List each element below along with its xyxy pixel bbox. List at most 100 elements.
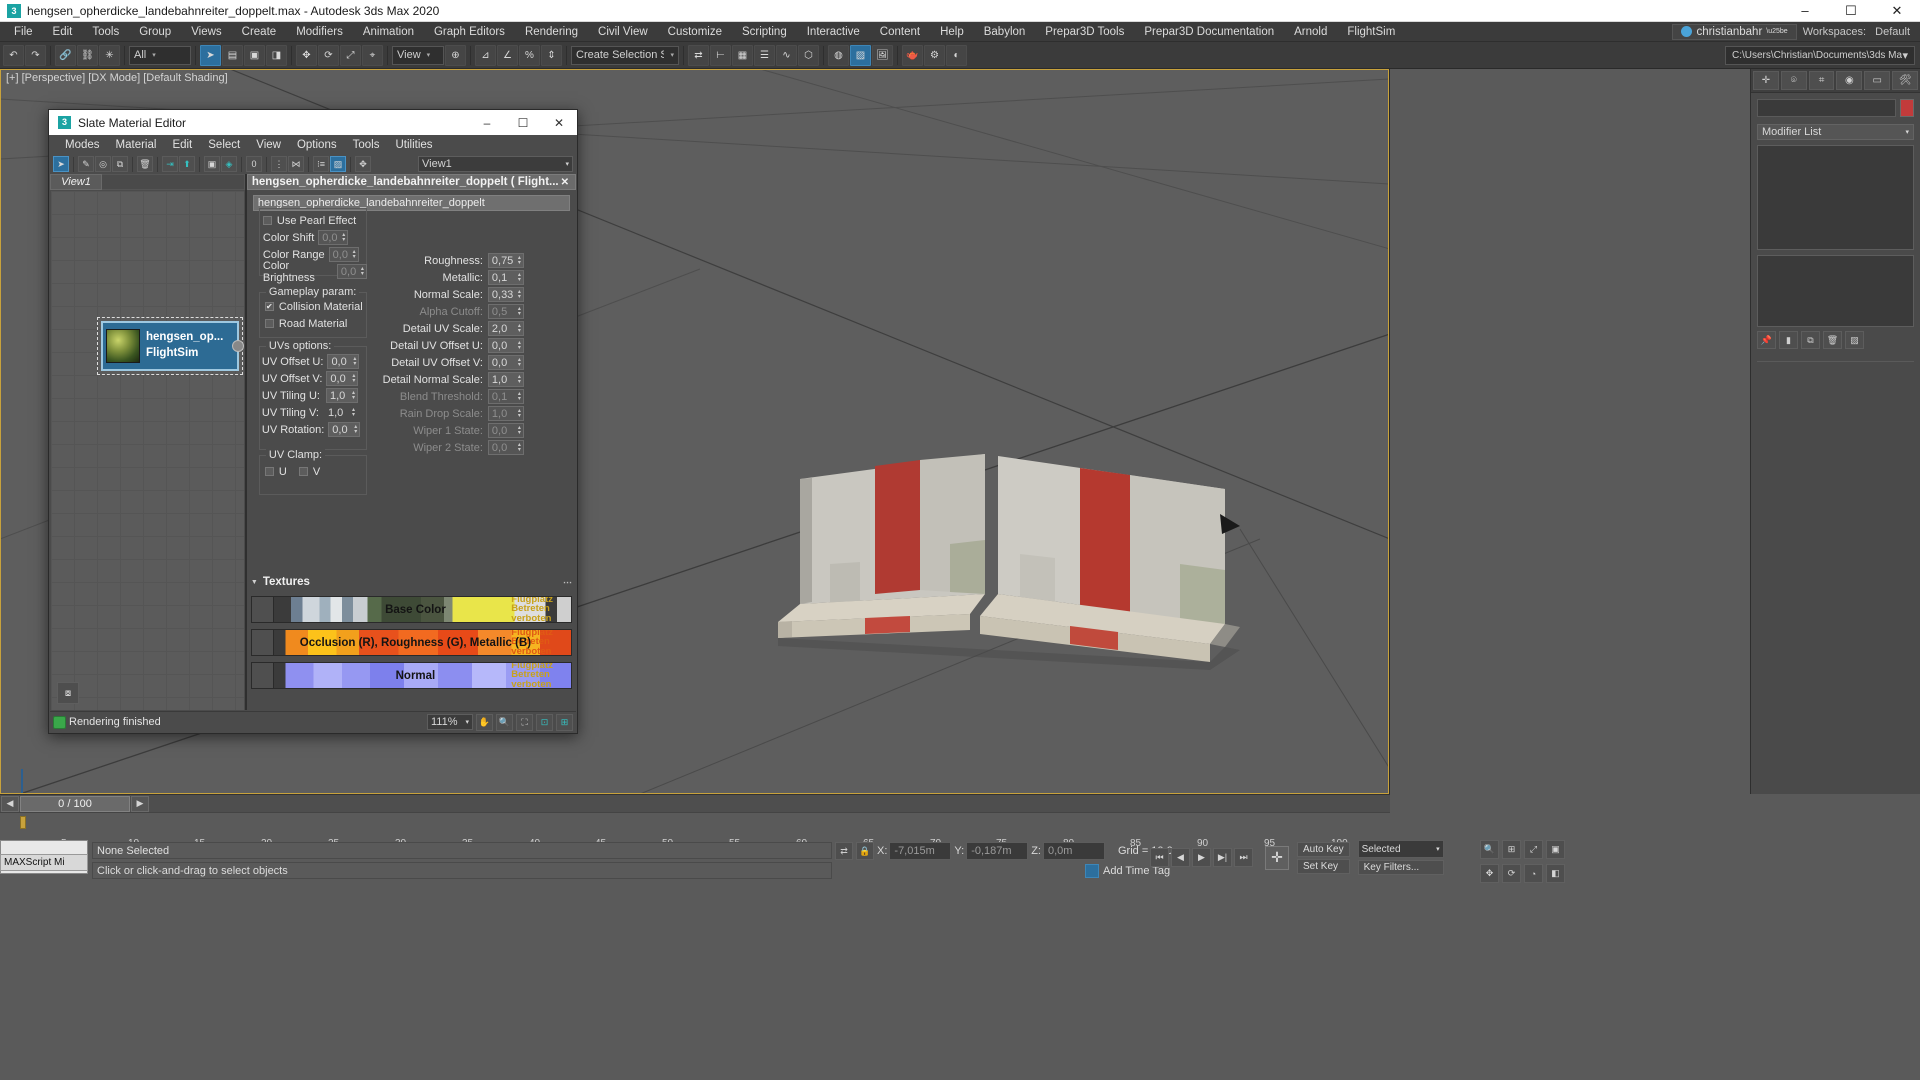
sme-material-tab[interactable]: hengsen_opherdicke_landebahnreiter_doppe…: [246, 174, 576, 190]
sme-select-icon[interactable]: ➤: [53, 156, 69, 172]
snap-toggle-icon[interactable]: ⊿: [475, 44, 496, 66]
coord-y[interactable]: Y: -0,187m: [954, 842, 1029, 860]
sme-use-pearl-effect-row[interactable]: Use Pearl Effect: [262, 212, 367, 229]
align-icon[interactable]: ⊢: [710, 44, 731, 66]
texture-preview-strip[interactable]: Flugplatz Betreten verboten Base Color: [273, 597, 557, 622]
coord-x[interactable]: X: -7,015m: [877, 842, 952, 860]
schematic-view-icon[interactable]: ⬡: [798, 44, 819, 66]
curve-editor-icon[interactable]: ∿: [776, 44, 797, 66]
sme-select-by-material-icon[interactable]: ✥: [355, 156, 371, 172]
sme-menu-tools[interactable]: Tools: [345, 138, 388, 152]
time-slider[interactable]: ◀ 0 / 100 ▶: [0, 794, 1390, 812]
angle-snap-icon[interactable]: ∠: [497, 44, 518, 66]
spinner-color-shift[interactable]: 0,0 ▴ ▾: [318, 230, 349, 245]
sme-menu-material[interactable]: Material: [108, 138, 165, 152]
sme-menu-modes[interactable]: Modes: [57, 138, 108, 152]
checkbox-use-pearl-effect[interactable]: [262, 216, 272, 225]
object-name-field[interactable]: [1757, 99, 1896, 117]
menu-item-arnold[interactable]: Arnold: [1284, 24, 1337, 40]
menu-item-customize[interactable]: Customize: [658, 24, 732, 40]
menu-item-animation[interactable]: Animation: [353, 24, 424, 40]
spinner-detail-uv-scale[interactable]: 2,0 ▴ ▾: [487, 321, 524, 336]
modifier-list-dropdown[interactable]: Modifier List ▾: [1757, 124, 1914, 140]
select-rotate-icon[interactable]: ⟳: [318, 44, 339, 66]
sme-pan-icon[interactable]: ✋: [476, 713, 493, 731]
rendered-frame-window-icon[interactable]: 🖼: [872, 44, 893, 66]
mirror-icon[interactable]: ⇄: [688, 44, 709, 66]
checkbox-road-material[interactable]: [264, 319, 274, 328]
field-of-view-icon[interactable]: ◔: [1524, 864, 1543, 883]
menu-item-prepar3d-documentation[interactable]: Prepar3D Documentation: [1134, 24, 1284, 40]
spinner-detail-normal-scale[interactable]: 1,0 ▴ ▾: [487, 372, 524, 387]
spinner-normal-scale[interactable]: 0,33 ▴ ▾: [487, 287, 524, 302]
menu-item-edit[interactable]: Edit: [43, 24, 83, 40]
material-editor-icon[interactable]: ◍: [828, 44, 849, 66]
texture-slot-toggle[interactable]: [251, 597, 274, 622]
lock-selection-icon[interactable]: 🔒: [856, 842, 874, 860]
menu-item-rendering[interactable]: Rendering: [515, 24, 588, 40]
sme-material-parameter-editor-icon[interactable]: ⁝≡: [313, 156, 329, 172]
pin-stack-icon[interactable]: 📌: [1757, 331, 1776, 349]
user-account-button[interactable]: christianbahr \u25be: [1672, 23, 1797, 40]
sme-pick-material-icon[interactable]: ✎: [78, 156, 94, 172]
coord-x-value[interactable]: -7,015m: [889, 842, 952, 860]
menu-item-help[interactable]: Help: [930, 24, 974, 40]
select-object-icon[interactable]: ➤: [200, 44, 221, 66]
auto-key-button[interactable]: Auto Key: [1297, 841, 1350, 857]
zoom-icon[interactable]: 🔍: [1480, 840, 1499, 859]
sme-copy-material-icon[interactable]: ⧉: [112, 156, 128, 172]
remove-modifier-icon[interactable]: 🗑: [1823, 331, 1842, 349]
spinner-uv-offset-u[interactable]: 0,0 ▴ ▾: [327, 354, 360, 369]
selection-set-dropdown[interactable]: Selected ▾: [1357, 840, 1444, 858]
sme-node-canvas[interactable]: hengsen_op... FlightSim ⧇: [51, 191, 244, 710]
spinner-wiper-2-state[interactable]: 0,0 ▴ ▾: [487, 440, 524, 455]
sme-show-shaded-icon[interactable]: ◈: [221, 156, 237, 172]
pivot-center-icon[interactable]: ⊕: [445, 44, 466, 66]
sme-menu-utilities[interactable]: Utilities: [387, 138, 440, 152]
time-slider-handle[interactable]: 0 / 100: [20, 795, 130, 812]
sme-close-button[interactable]: ✕: [541, 110, 577, 135]
spinner-uv-rotation[interactable]: 0,0 ▴ ▾: [328, 422, 361, 437]
sme-maximize-button[interactable]: ☐: [505, 110, 541, 135]
render-iterative-icon[interactable]: ⚙: [924, 44, 945, 66]
sme-view-dropdown[interactable]: View1 ▾: [418, 156, 573, 172]
go-to-end-icon[interactable]: ⏭: [1234, 848, 1253, 867]
sme-material-node[interactable]: hengsen_op... FlightSim: [97, 317, 244, 375]
orbit-icon[interactable]: ⟳: [1502, 864, 1521, 883]
chevron-down-icon[interactable]: ▼: [251, 579, 258, 586]
sme-node-output-port[interactable]: [232, 340, 244, 352]
spinner-rain-drop-scale[interactable]: 1,0 ▴ ▾: [487, 406, 524, 421]
make-unique-icon[interactable]: ⧉: [1801, 331, 1820, 349]
tab-utilities-icon[interactable]: 🛠: [1892, 71, 1918, 90]
spinner-uv-offset-v[interactable]: 0,0 ▴ ▾: [326, 371, 359, 386]
pan-icon[interactable]: ✥: [1480, 864, 1499, 883]
ribbon-icon[interactable]: ☰: [754, 44, 775, 66]
rectangular-select-icon[interactable]: ▣: [244, 44, 265, 66]
reference-coordinate-dropdown[interactable]: View ▾: [392, 45, 444, 65]
sme-uv-clamp-u-row[interactable]: U: [264, 463, 287, 480]
sme-show-background-icon[interactable]: ▣: [204, 156, 220, 172]
texture-slot-row[interactable]: Flugplatz Betreten verboten Base Color: [250, 596, 572, 623]
coord-y-value[interactable]: -0,187m: [966, 842, 1029, 860]
menu-item-graph-editors[interactable]: Graph Editors: [424, 24, 515, 40]
layer-manager-icon[interactable]: ▦: [732, 44, 753, 66]
menu-item-group[interactable]: Group: [129, 24, 181, 40]
tab-display-icon[interactable]: ▭: [1864, 71, 1891, 90]
menu-item-babylon[interactable]: Babylon: [974, 24, 1036, 40]
time-slider-prev-button[interactable]: ◀: [1, 795, 19, 812]
spinner-uv-tiling-v[interactable]: 1,0 ▴ ▾: [325, 405, 357, 420]
modifier-stack-list[interactable]: [1757, 145, 1914, 250]
menu-item-content[interactable]: Content: [870, 24, 930, 40]
texture-slot-row[interactable]: Flugplatz Betreten verboten Normal: [250, 662, 572, 689]
spinner-color-brightness[interactable]: 0,0 ▴ ▾: [336, 264, 367, 279]
tab-hierarchy-icon[interactable]: ⌗: [1808, 71, 1835, 90]
play-animation-icon[interactable]: ▶: [1192, 848, 1211, 867]
spinner-wiper-1-state[interactable]: 0,0 ▴ ▾: [487, 423, 524, 438]
sme-navigator-icon[interactable]: ▨: [330, 156, 346, 172]
modifier-stack-panel[interactable]: [1757, 255, 1914, 327]
zoom-all-icon[interactable]: ⊞: [1502, 840, 1521, 859]
spinner-detail-uv-offset-v[interactable]: 0,0 ▴ ▾: [487, 355, 524, 370]
animation-key[interactable]: [20, 816, 26, 829]
menu-item-views[interactable]: Views: [181, 24, 231, 40]
set-keys-button[interactable]: ✛: [1265, 845, 1289, 870]
